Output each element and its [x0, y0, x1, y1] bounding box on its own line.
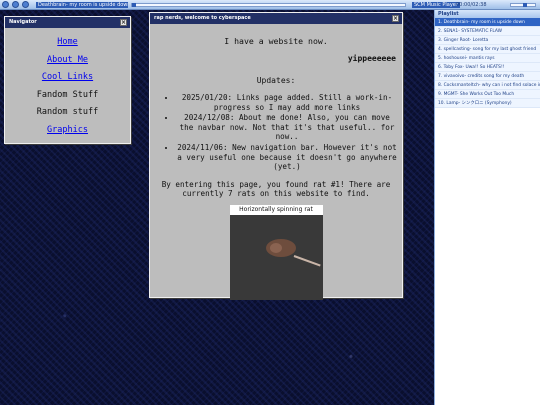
update-item: 2024/11/06: New navigation bar. However … [176, 143, 398, 172]
playlist-item[interactable]: 6. Toby Fox- Uwa!! So HEATS!! [435, 63, 540, 72]
nav-item-about-me[interactable]: About Me [5, 52, 130, 70]
navigator-window[interactable]: Navigator × Home About Me Cool Links Fan… [4, 16, 131, 144]
navigator-title: Navigator [9, 19, 37, 25]
playlist-item[interactable]: 5. hoshousei- mantis rays [435, 54, 540, 63]
playlist-item[interactable]: 8. Cocksmanteltch- why can i not find so… [435, 81, 540, 90]
rat-tail-shape [293, 254, 321, 267]
tagline: yippeeeeee [347, 54, 396, 63]
close-icon[interactable]: × [120, 19, 127, 26]
nav-item-graphics[interactable]: Graphics [5, 122, 130, 140]
updates-list: 2025/01/20: Links page added. Still a wo… [166, 93, 398, 172]
close-icon[interactable]: × [392, 15, 399, 22]
music-player-bar: Deathbrain- my room is upside down SCM M… [0, 0, 540, 10]
updates-title: Updates: [256, 76, 296, 85]
main-titlebar[interactable]: rap nerds, welcome to cyberspace × [150, 13, 402, 24]
next-icon[interactable] [22, 1, 29, 8]
main-window: rap nerds, welcome to cyberspace × I hav… [149, 12, 403, 300]
navigator-menu: Home About Me Cool Links Fandom Stuff Ra… [5, 28, 130, 140]
image-caption: Horizontally spinning rat [229, 204, 323, 215]
rat-note: By entering this page, you found rat #1!… [161, 179, 391, 199]
playlist-item[interactable]: 9. MGMT- She Works Out Too Much [435, 90, 540, 99]
playlist-item[interactable]: 4. spellcasting- song for my last ghost … [435, 45, 540, 54]
now-playing-title: Deathbrain- my room is upside down [36, 2, 128, 8]
update-item: 2025/01/20: Links page added. Still a wo… [176, 93, 398, 112]
volume-slider[interactable] [510, 3, 536, 7]
update-item: 2024/12/08: About me done! Also, you can… [176, 113, 398, 142]
playlist-item[interactable]: 7. vivavoivo- credits song for my death [435, 72, 540, 81]
main-window-title: rap nerds, welcome to cyberspace [154, 15, 251, 21]
nav-item-random-stuff: Random stuff [36, 107, 99, 118]
nav-item-home[interactable]: Home [5, 34, 130, 52]
page-heading: I have a website now. [224, 36, 328, 46]
rat-head-shape [269, 242, 282, 253]
spinning-rat-image: Horizontally spinning rat [229, 204, 323, 300]
playlist-item[interactable]: 2. SENA1- SYSTEMATIC FLAW [435, 27, 540, 36]
track-time: 00:00/02:38 [456, 2, 487, 8]
playlist-item[interactable]: 3. Ginger Root- Loretta [435, 36, 540, 45]
playlist-item[interactable]: 1. Deathbrain- my room is upside down [435, 18, 540, 27]
player-app-title: SCM Music Player [412, 2, 460, 8]
nav-item-fandom-stuff: Fandom Stuff [36, 89, 99, 100]
prev-icon[interactable] [2, 1, 9, 8]
playlist-panel: Playlist 1. Deathbrain- my room is upsid… [434, 10, 540, 405]
play-icon[interactable] [12, 1, 19, 8]
navigator-titlebar[interactable]: Navigator × [5, 17, 130, 28]
playlist-title: Playlist [435, 10, 540, 18]
progress-slider[interactable] [131, 3, 406, 7]
nav-item-cool-links[interactable]: Cool Links [5, 69, 130, 87]
playlist-item[interactable]: 10. Lamp- シンクロニ (Symphony) [435, 99, 540, 108]
